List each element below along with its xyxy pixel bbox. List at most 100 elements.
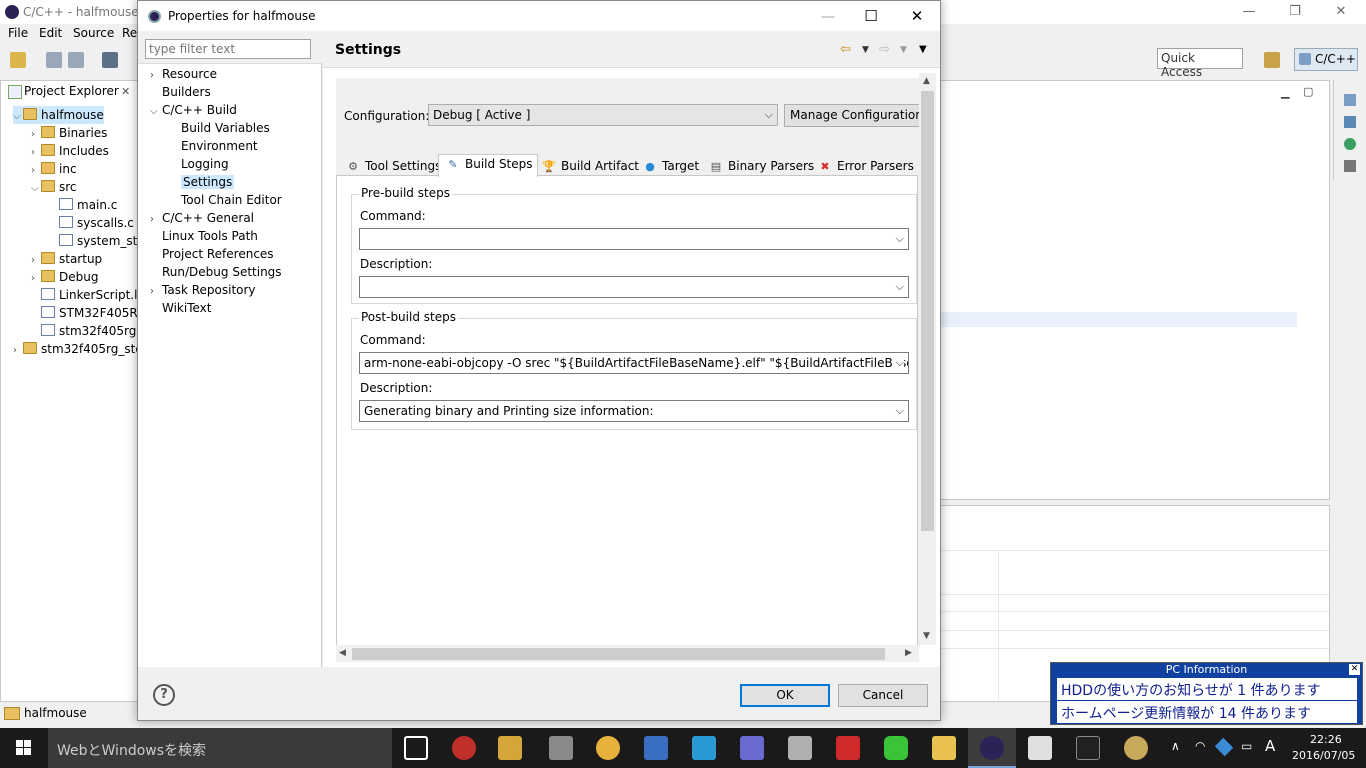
help-button[interactable]: ? bbox=[153, 684, 175, 706]
app-icon-4[interactable] bbox=[692, 736, 716, 760]
google-drive-icon[interactable] bbox=[1214, 737, 1234, 757]
tree-item[interactable]: › Debug bbox=[31, 268, 98, 286]
nav-item[interactable]: Run/Debug Settings bbox=[150, 263, 282, 281]
horizontal-scrollbar[interactable]: ◀ ▶ bbox=[336, 645, 919, 662]
pc-info-message[interactable]: HDDの使い方のお知らせが 1 件あります bbox=[1057, 678, 1357, 700]
tab-binary-parsers[interactable]: ▤ Binary Parsers bbox=[701, 156, 819, 176]
pre-command-combo[interactable]: ⌵ bbox=[359, 228, 909, 250]
cut2d-icon[interactable] bbox=[788, 736, 812, 760]
cancel-button[interactable]: Cancel bbox=[838, 684, 928, 707]
close-icon[interactable]: ✕ bbox=[1349, 664, 1360, 675]
nav-item[interactable]: Linux Tools Path bbox=[150, 227, 258, 245]
clock-time[interactable]: 22:26 bbox=[1310, 733, 1342, 746]
nav-item[interactable]: WikiText bbox=[150, 299, 212, 317]
tree-item[interactable]: › Binaries bbox=[31, 124, 107, 142]
tab-target[interactable]: ● Target bbox=[635, 156, 704, 176]
wifi-icon[interactable]: ◠ bbox=[1195, 739, 1205, 753]
scroll-down-icon[interactable]: ▼ bbox=[923, 631, 930, 641]
scroll-left-icon[interactable]: ◀ bbox=[339, 648, 346, 658]
tree-item[interactable]: LinkerScript.l bbox=[31, 286, 137, 304]
chevron-right-icon[interactable]: › bbox=[13, 342, 23, 360]
nav-item[interactable]: Environment bbox=[169, 137, 258, 155]
minimize-icon[interactable]: — bbox=[1226, 2, 1272, 22]
tree-item[interactable]: › inc bbox=[31, 160, 77, 178]
menu-file[interactable]: File bbox=[8, 26, 28, 40]
line-icon[interactable] bbox=[884, 736, 908, 760]
start-button[interactable] bbox=[0, 728, 48, 768]
terminal-icon[interactable] bbox=[1076, 736, 1100, 760]
ime-indicator[interactable]: A bbox=[1265, 737, 1275, 755]
tree-item[interactable]: ⌵ halfmouse bbox=[13, 106, 104, 124]
app-icon-5[interactable] bbox=[740, 736, 764, 760]
dialog-minimize-icon[interactable]: — bbox=[813, 6, 843, 26]
chevron-down-icon[interactable]: ⌵ bbox=[31, 180, 41, 198]
perspective-c-cpp[interactable]: C/C++ bbox=[1294, 48, 1358, 71]
nav-item[interactable]: Project References bbox=[150, 245, 274, 263]
make-target-icon[interactable] bbox=[1344, 138, 1356, 150]
quick-access-input[interactable]: Quick Access bbox=[1157, 48, 1243, 79]
post-command-combo[interactable]: arm-none-eabi-objcopy -O srec "${BuildAr… bbox=[359, 352, 909, 374]
tree-item[interactable]: › startup bbox=[31, 250, 102, 268]
app-icon-3[interactable] bbox=[549, 736, 573, 760]
nav-item[interactable]: Tool Chain Editor bbox=[169, 191, 282, 209]
scroll-up-icon[interactable]: ▲ bbox=[923, 76, 930, 86]
build-icon[interactable] bbox=[102, 52, 118, 68]
view-menu-icon[interactable]: ▼ bbox=[919, 44, 927, 55]
tree-item[interactable]: syscalls.c bbox=[49, 214, 134, 232]
project-explorer-tab[interactable]: Project Explorer bbox=[6, 84, 119, 99]
nav-item[interactable]: Settings bbox=[169, 173, 235, 191]
notification-icon[interactable]: ▭ bbox=[1241, 739, 1252, 753]
dialog-close-icon[interactable]: ✕ bbox=[902, 6, 932, 26]
tree-item[interactable]: stm32f405rg.s bbox=[31, 322, 146, 340]
filter-input[interactable] bbox=[145, 39, 311, 59]
task-view-icon[interactable] bbox=[404, 736, 428, 760]
forward-arrow-icon[interactable]: ⇨ bbox=[879, 42, 890, 57]
save-all-icon[interactable] bbox=[68, 52, 84, 68]
minimize-editor-icon[interactable]: ▁ bbox=[1281, 86, 1289, 99]
task-list-icon[interactable] bbox=[1344, 116, 1356, 128]
menu-refactor[interactable]: Re bbox=[122, 26, 137, 40]
nav-item[interactable]: › Resource bbox=[150, 65, 217, 83]
tree-item[interactable]: ⌵ src bbox=[31, 178, 77, 196]
nav-item[interactable]: Builders bbox=[150, 83, 211, 101]
tab-build-artifact[interactable]: 🏆 Build Artifact bbox=[534, 156, 644, 176]
chevron-up-icon[interactable]: ∧ bbox=[1171, 739, 1180, 753]
post-description-combo[interactable]: Generating binary and Printing size info… bbox=[359, 400, 909, 422]
open-perspective-icon[interactable] bbox=[1264, 52, 1280, 68]
pc-info-message[interactable]: ホームページ更新情報が 14 件あります bbox=[1057, 701, 1357, 723]
nav-item[interactable]: › C/C++ General bbox=[150, 209, 254, 227]
nav-item[interactable]: Build Variables bbox=[169, 119, 270, 137]
app-icon-2[interactable] bbox=[498, 736, 522, 760]
e2-editor-icon[interactable] bbox=[644, 736, 668, 760]
chevron-down-icon[interactable]: ⌵ bbox=[13, 108, 23, 126]
paint-icon[interactable] bbox=[1124, 736, 1148, 760]
back-menu-chevron-icon[interactable]: ▼ bbox=[862, 45, 869, 55]
vertical-scrollbar[interactable]: ▲ ▼ bbox=[919, 73, 936, 645]
manage-configurations-button[interactable]: Manage Configurations... bbox=[784, 104, 920, 127]
vertical-scroll-thumb[interactable] bbox=[921, 91, 934, 531]
tree-item[interactable]: main.c bbox=[49, 196, 117, 214]
nav-item[interactable]: Logging bbox=[169, 155, 229, 173]
save-icon[interactable] bbox=[46, 52, 62, 68]
console-icon[interactable] bbox=[1344, 160, 1356, 172]
tab-error-parsers[interactable]: ✖ Error Parsers bbox=[810, 156, 919, 176]
file-explorer-icon[interactable] bbox=[932, 736, 956, 760]
dialog-maximize-icon[interactable]: ☐ bbox=[856, 6, 886, 26]
tree-item[interactable]: STM32F405RG bbox=[31, 304, 147, 322]
horizontal-scroll-thumb[interactable] bbox=[352, 648, 885, 660]
nav-item[interactable]: › Task Repository bbox=[150, 281, 256, 299]
tab-build-steps[interactable]: ✎ Build Steps bbox=[438, 154, 538, 177]
tree-item[interactable]: system_st bbox=[49, 232, 137, 250]
chevron-down-icon[interactable]: ⌵ bbox=[150, 103, 162, 121]
maximize-editor-icon[interactable]: ▢ bbox=[1303, 85, 1313, 98]
app-icon-1[interactable] bbox=[452, 736, 476, 760]
close-view-icon[interactable]: ✕ bbox=[121, 85, 130, 98]
menu-edit[interactable]: Edit bbox=[39, 26, 62, 40]
chrome-icon[interactable] bbox=[596, 736, 620, 760]
tab-tool-settings[interactable]: ⚙ Tool Settings bbox=[338, 156, 446, 176]
scroll-right-icon[interactable]: ▶ bbox=[905, 648, 912, 658]
tree-item[interactable]: › stm32f405rg_stdp bbox=[13, 340, 151, 358]
nav-item[interactable]: ⌵ C/C++ Build bbox=[150, 101, 237, 119]
menu-source[interactable]: Source bbox=[73, 26, 114, 40]
back-arrow-icon[interactable]: ⇦ bbox=[840, 42, 851, 57]
